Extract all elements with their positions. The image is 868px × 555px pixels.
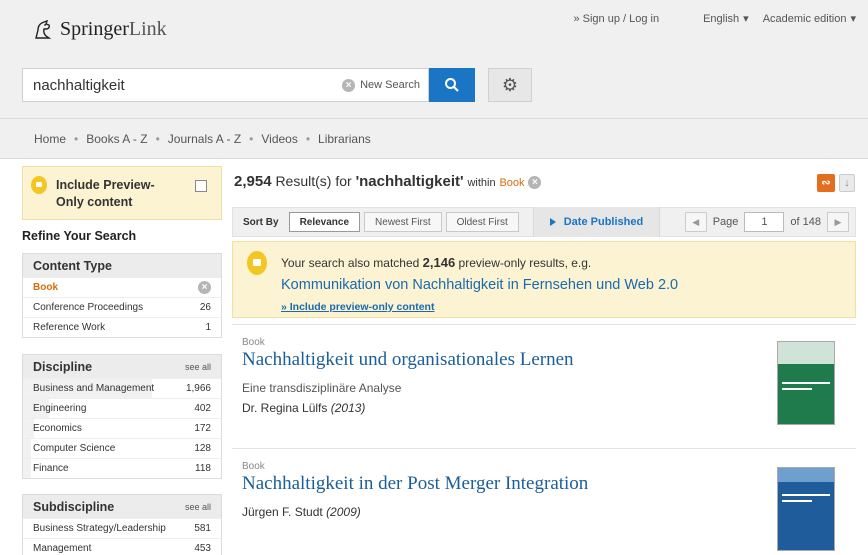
refine-title: Refine Your Search: [22, 229, 137, 243]
facet-header: Subdiscipline see all: [23, 495, 221, 518]
next-page-button[interactable]: ▶: [827, 212, 849, 232]
results-scope[interactable]: Book: [499, 177, 524, 189]
result-title[interactable]: Nachhaltigkeit und organisationales Lern…: [242, 349, 574, 371]
page-input[interactable]: 1: [744, 212, 785, 232]
springer-link-logo[interactable]: SpringerLink: [32, 18, 167, 41]
results-query: 'nachhaltigkeit': [355, 173, 464, 190]
facet-item-economics[interactable]: Economics 172: [23, 418, 221, 438]
facet-item-business-management[interactable]: Business and Management 1,966: [23, 378, 221, 398]
date-published-toggle[interactable]: Date Published: [532, 207, 661, 237]
see-all-link[interactable]: see all: [185, 502, 211, 512]
search-input[interactable]: nachhaltigkeit: [23, 77, 342, 94]
remove-filter-icon[interactable]: ×: [198, 281, 211, 294]
facet-header: Discipline see all: [23, 355, 221, 378]
expand-arrow-icon: [549, 218, 556, 226]
search-icon: [445, 78, 459, 92]
nav-home[interactable]: Home: [34, 132, 66, 146]
logo-text: SpringerLink: [60, 18, 167, 40]
facet-item-business-strategy[interactable]: Business Strategy/Leadership 581: [23, 518, 221, 538]
result-author: Dr. Regina Lülfs (2013): [242, 401, 366, 415]
result-type: Book: [242, 337, 265, 348]
facet-header: Content Type: [23, 254, 221, 277]
sort-relevance-button[interactable]: Relevance: [288, 212, 361, 232]
sort-oldest-button[interactable]: Oldest First: [445, 212, 519, 232]
notice-text: Your search also matched 2,146 preview-o…: [281, 255, 592, 270]
chevron-down-icon: ▾: [743, 13, 749, 25]
count-bar: [23, 439, 32, 458]
sort-by-label: Sort By: [243, 216, 279, 228]
main-nav: Home • Books A - Z • Journals A - Z • Vi…: [0, 118, 868, 158]
prev-page-button[interactable]: ◀: [684, 212, 707, 232]
count-bar: [23, 459, 31, 478]
springer-horse-icon: [35, 19, 52, 39]
header: SpringerLink » Sign up / Log in English ▾…: [0, 0, 868, 159]
result-type: Book: [242, 461, 265, 472]
facet-item-book[interactable]: Book ×: [23, 277, 221, 297]
new-search-label: New Search: [360, 79, 420, 91]
new-search-button[interactable]: × New Search: [342, 78, 428, 92]
nav-librarians[interactable]: Librarians: [318, 132, 371, 146]
lock-icon: [31, 176, 47, 194]
facet-item-management[interactable]: Management 453: [23, 538, 221, 555]
result-author: Jürgen F. Studt (2009): [242, 505, 361, 519]
top-links: » Sign up / Log in English ▾ Academic edi…: [573, 12, 856, 26]
sort-newest-button[interactable]: Newest First: [364, 212, 442, 232]
remove-scope-icon[interactable]: ×: [528, 175, 542, 189]
nav-books-a-z[interactable]: Books A - Z: [86, 132, 147, 146]
facet-item-conference-proceedings[interactable]: Conference Proceedings 26: [23, 297, 221, 317]
facet-subdiscipline: Subdiscipline see all Business Strategy/…: [22, 494, 222, 555]
facet-discipline: Discipline see all Business and Manageme…: [22, 354, 222, 479]
page-total: of 148: [790, 216, 821, 228]
sort-bar: Sort By Relevance Newest First Oldest Fi…: [232, 207, 856, 237]
gear-icon: ⚙: [501, 74, 519, 95]
result-title[interactable]: Nachhaltigkeit in der Post Merger Integr…: [242, 473, 588, 495]
include-preview-box: Include Preview-Only content: [22, 166, 222, 220]
result-item: Book Nachhaltigkeit und organisationales…: [232, 324, 856, 448]
results-count: 2,954: [234, 173, 272, 190]
facet-item-computer-science[interactable]: Computer Science 128: [23, 438, 221, 458]
search-settings-button[interactable]: ⚙: [488, 68, 532, 102]
search-button[interactable]: [429, 68, 475, 102]
facet-item-engineering[interactable]: Engineering 402: [23, 398, 221, 418]
book-cover-image[interactable]: [777, 467, 835, 551]
preview-example-link[interactable]: Kommunikation von Nachhaltigkeit in Fern…: [281, 277, 678, 293]
include-preview-link[interactable]: » Include preview-only content: [281, 301, 434, 313]
preview-only-notice: Your search also matched 2,146 preview-o…: [232, 241, 856, 318]
result-item: Book Nachhaltigkeit in der Post Merger I…: [232, 448, 856, 555]
facet-item-reference-work[interactable]: Reference Work 1: [23, 317, 221, 337]
nav-journals-a-z[interactable]: Journals A - Z: [168, 132, 241, 146]
rss-feed-icon[interactable]: ∾: [817, 174, 835, 192]
result-subtitle: Eine transdisziplinäre Analyse: [242, 381, 402, 395]
results-summary: 2,954 Result(s) for 'nachhaltigkeit' wit…: [234, 173, 542, 190]
include-preview-checkbox[interactable]: [195, 180, 207, 192]
pagination: ◀ Page 1 of 148 ▶: [684, 212, 849, 232]
lock-icon: [247, 251, 267, 275]
nav-videos[interactable]: Videos: [261, 132, 297, 146]
signup-login-link[interactable]: » Sign up / Log in: [573, 12, 659, 25]
facet-content-type: Content Type Book × Conference Proceedin…: [22, 253, 222, 338]
edition-select[interactable]: Academic edition ▾: [763, 12, 856, 26]
download-icon[interactable]: ↓: [839, 174, 855, 192]
book-cover-image[interactable]: [777, 341, 835, 425]
language-select[interactable]: English ▾: [703, 12, 749, 26]
clear-icon: ×: [342, 78, 356, 92]
search-box: nachhaltigkeit × New Search: [22, 68, 429, 102]
chevron-down-icon: ▾: [850, 13, 856, 25]
page-label: Page: [712, 216, 739, 228]
include-preview-label: Include Preview-Only content: [56, 178, 155, 209]
facet-item-finance[interactable]: Finance 118: [23, 458, 221, 478]
see-all-link[interactable]: see all: [185, 362, 211, 372]
